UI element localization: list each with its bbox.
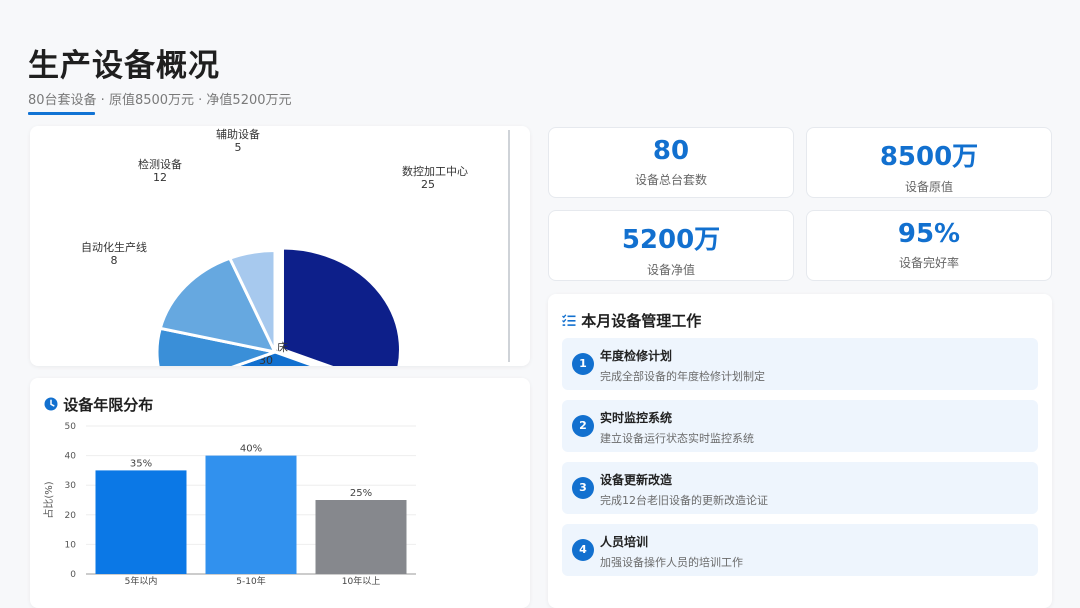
y-tick-label: 20 (65, 511, 77, 521)
work-item-title: 实时监控系统 (600, 411, 673, 425)
pie-value-label: 5 (235, 141, 242, 154)
work-card: 本月设备管理工作 1 年度检修计划 完成全部设备的年度检修计划制定 2 实时监控… (548, 294, 1052, 608)
stat-label: 设备原值 (904, 180, 953, 194)
work-section-title: 本月设备管理工作 (581, 312, 702, 330)
clock-icon (44, 397, 58, 415)
pie-chart-card: 数控加工中心25普通机床30自动化生产线8检测设备12辅助设备5 (30, 126, 530, 366)
pie-value-label: 8 (111, 254, 118, 267)
work-item: 1 年度检修计划 完成全部设备的年度检修计划制定 (562, 338, 1038, 390)
stat-card-good-rate: 95% 设备完好率 (806, 210, 1052, 281)
page-subtitle: 80台套设备 · 原值8500万元 · 净值5200万元 (28, 93, 292, 108)
work-item-title: 人员培训 (600, 535, 649, 549)
checklist-icon (562, 313, 576, 331)
step-badge: 1 (572, 353, 594, 375)
bar-data-label: 25% (350, 488, 372, 499)
pie-label: 辅助设备 (216, 127, 260, 141)
y-tick-label: 30 (65, 481, 77, 491)
work-item-desc: 完成12台老旧设备的更新改造论证 (600, 494, 768, 507)
pie-value-label: 12 (153, 171, 167, 184)
y-tick-label: 0 (70, 570, 76, 580)
bar-section-title: 设备年限分布 (63, 396, 154, 414)
pie-label: 数控加工中心 (402, 164, 468, 178)
stat-card-net-value: 5200万 设备净值 (548, 210, 794, 281)
stat-value: 5200万 (621, 225, 721, 255)
y-tick-label: 50 (65, 422, 77, 432)
bar-data-label: 35% (130, 458, 152, 469)
step-badge: 3 (572, 477, 594, 499)
pie-value-label: 25 (421, 178, 435, 191)
work-item-desc: 加强设备操作人员的培训工作 (600, 556, 743, 569)
work-item-title: 设备更新改造 (600, 473, 673, 487)
stat-label: 设备完好率 (898, 256, 959, 270)
x-tick-label: 10年以上 (342, 575, 380, 587)
x-tick-label: 5-10年 (236, 575, 265, 587)
stat-value: 80 (652, 136, 690, 166)
pie-label: 检测设备 (138, 157, 182, 171)
title-underline (28, 112, 95, 115)
pie-label: 自动化生产线 (81, 240, 147, 254)
stat-card-original-value: 8500万 设备原值 (806, 127, 1052, 198)
work-item: 2 实时监控系统 建立设备运行状态实时监控系统 (562, 400, 1038, 452)
work-item: 4 人员培训 加强设备操作人员的培训工作 (562, 524, 1038, 576)
x-tick-label: 5年以内 (125, 575, 158, 587)
work-item-title: 年度检修计划 (600, 349, 673, 363)
stat-label: 设备总台套数 (634, 173, 707, 187)
y-tick-label: 40 (65, 452, 77, 462)
stat-value: 95% (897, 219, 961, 249)
page-title: 生产设备概况 (28, 48, 220, 84)
stat-label: 设备净值 (646, 263, 695, 277)
step-badge: 2 (572, 415, 594, 437)
y-axis-label: 占比(%) (42, 481, 55, 518)
scrollbar[interactable] (508, 130, 510, 362)
work-section-heading: 本月设备管理工作 (562, 310, 701, 331)
bar-section-heading: 设备年限分布 (44, 394, 153, 415)
bar-data-label: 40% (240, 444, 262, 455)
work-item-desc: 建立设备运行状态实时监控系统 (600, 432, 754, 445)
step-badge: 4 (572, 539, 594, 561)
stat-value: 8500万 (879, 142, 979, 172)
y-tick-label: 10 (65, 540, 77, 550)
bar (315, 500, 407, 574)
pie-slice (280, 246, 402, 366)
stat-card-total: 80 设备总台套数 (548, 127, 794, 198)
work-item: 3 设备更新改造 完成12台老旧设备的更新改造论证 (562, 462, 1038, 514)
pie-chart: 数控加工中心25普通机床30自动化生产线8检测设备12辅助设备5 (81, 127, 468, 366)
bar (95, 470, 187, 574)
bar-chart-card: 设备年限分布 0 10 20 30 40 50 占比(%) 35% 5年以内 40% 5-10年 25… (30, 378, 530, 608)
work-item-desc: 完成全部设备的年度检修计划制定 (600, 370, 765, 383)
bar (205, 455, 297, 574)
